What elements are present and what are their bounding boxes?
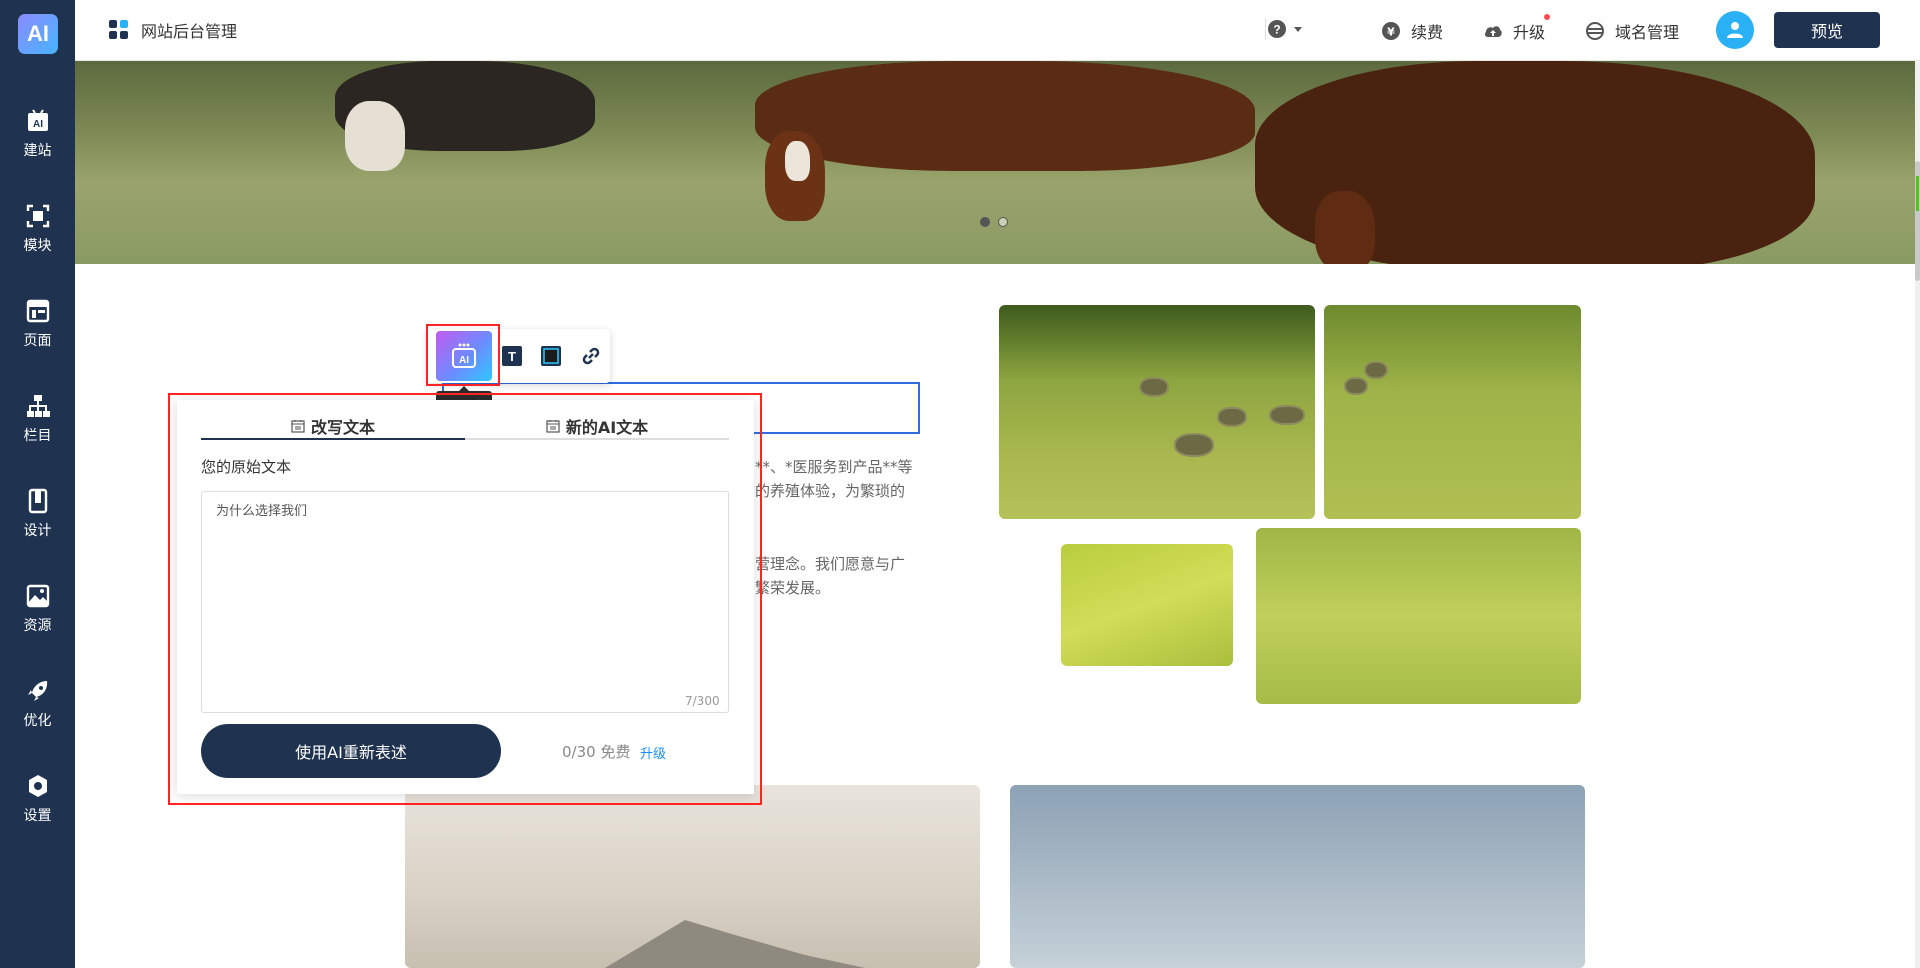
app-logo[interactable]: AI <box>18 14 58 54</box>
carousel-dot[interactable] <box>980 217 990 227</box>
sidebar-item-resource[interactable]: 资源 <box>0 571 75 651</box>
sidebar-item-page[interactable]: 页面 <box>0 286 75 366</box>
field-photo-1[interactable] <box>999 305 1315 519</box>
carousel-dots <box>980 217 1008 227</box>
sidebar-item-label: 设计 <box>23 523 52 539</box>
hero-banner-image <box>75 61 1915 264</box>
renew-label: 续费 <box>1411 23 1444 42</box>
page-title: 网站后台管理 <box>141 22 238 41</box>
upgrade-label: 升级 <box>1513 23 1546 42</box>
caret-down-icon <box>1294 27 1302 32</box>
svg-text:¥: ¥ <box>1387 26 1395 39</box>
sidebar-item-settings[interactable]: 设置 <box>0 761 75 841</box>
sidebar-item-module[interactable]: 模块 <box>0 191 75 271</box>
field-photo-3[interactable] <box>1061 544 1233 666</box>
sky-photo[interactable] <box>1010 785 1585 968</box>
avatar[interactable] <box>1716 11 1754 49</box>
text-line: 营理念。我们愿意与广 <box>755 555 906 573</box>
globe-icon <box>1586 22 1604 40</box>
highlight-ai-button <box>426 324 500 386</box>
sidebar-item-label: 栏目 <box>23 428 52 444</box>
field-photo-4[interactable] <box>1256 528 1581 704</box>
site-admin-title: 网站后台管理 <box>109 18 237 42</box>
sidebar-item-column[interactable]: 栏目 <box>0 381 75 461</box>
sidebar-item-build[interactable]: AI 建站 <box>0 96 75 176</box>
carousel-dot[interactable] <box>998 217 1008 227</box>
design-icon <box>28 488 47 514</box>
rocket-icon <box>27 681 47 701</box>
image-resource-icon <box>26 584 49 608</box>
text-style-icon[interactable]: T <box>502 346 522 366</box>
upgrade-button[interactable]: 升级 <box>1483 19 1545 43</box>
text-line: 的养殖体验，为繁琐的 <box>755 482 906 500</box>
svg-text:T: T <box>508 349 516 364</box>
left-sidebar: AI AI 建站 模块 页面 栏目 设计 资源 优化 设置 <box>0 0 75 968</box>
page-icon <box>26 299 49 323</box>
page-scrollbar[interactable] <box>1915 61 1920 968</box>
renew-button[interactable]: ¥ 续费 <box>1381 19 1443 43</box>
svg-text:?: ? <box>1273 23 1280 37</box>
domain-management-button[interactable]: 域名管理 <box>1585 19 1679 43</box>
sidebar-item-design[interactable]: 设计 <box>0 476 75 556</box>
ai-build-icon: AI <box>27 109 48 131</box>
user-icon <box>1727 22 1743 38</box>
sidebar-item-label: 模块 <box>23 238 52 254</box>
color-picker-icon[interactable] <box>541 346 561 366</box>
sidebar-item-label: 建站 <box>23 143 52 159</box>
highlight-ai-panel <box>168 393 762 805</box>
header-divider <box>1265 18 1266 40</box>
sitemap-icon <box>26 395 50 417</box>
text-line: **、*医服务到产品**等 <box>755 458 913 476</box>
text-line: 繁荣发展。 <box>755 579 831 597</box>
notification-dot <box>1544 14 1550 20</box>
svg-text:AI: AI <box>33 119 43 130</box>
yen-icon: ¥ <box>1382 22 1400 40</box>
misty-mountain-photo[interactable] <box>405 785 980 968</box>
sidebar-item-optimize[interactable]: 优化 <box>0 666 75 746</box>
cloud-upload-icon <box>1484 26 1502 37</box>
module-icon <box>26 204 49 228</box>
question-icon: ? <box>1268 20 1286 38</box>
domain-label: 域名管理 <box>1615 23 1680 42</box>
sidebar-item-label: 页面 <box>23 333 52 349</box>
gear-icon <box>28 775 47 797</box>
body-text-1[interactable]: **、*医服务到产品**等 的养殖体验，为繁琐的 <box>755 455 913 503</box>
body-text-2[interactable]: 营理念。我们愿意与广 繁荣发展。 <box>755 552 905 600</box>
field-photo-2[interactable] <box>1324 305 1581 519</box>
sidebar-item-label: 资源 <box>23 618 52 634</box>
link-icon[interactable] <box>581 346 601 366</box>
mountain-silhouette <box>605 920 865 968</box>
scroll-indicator <box>1916 176 1919 211</box>
sidebar-item-label: 设置 <box>23 808 52 824</box>
preview-button[interactable]: 预览 <box>1774 12 1880 48</box>
sidebar-item-label: 优化 <box>23 713 52 729</box>
help-dropdown[interactable]: ? <box>1267 19 1313 39</box>
grid-icon <box>109 20 128 39</box>
